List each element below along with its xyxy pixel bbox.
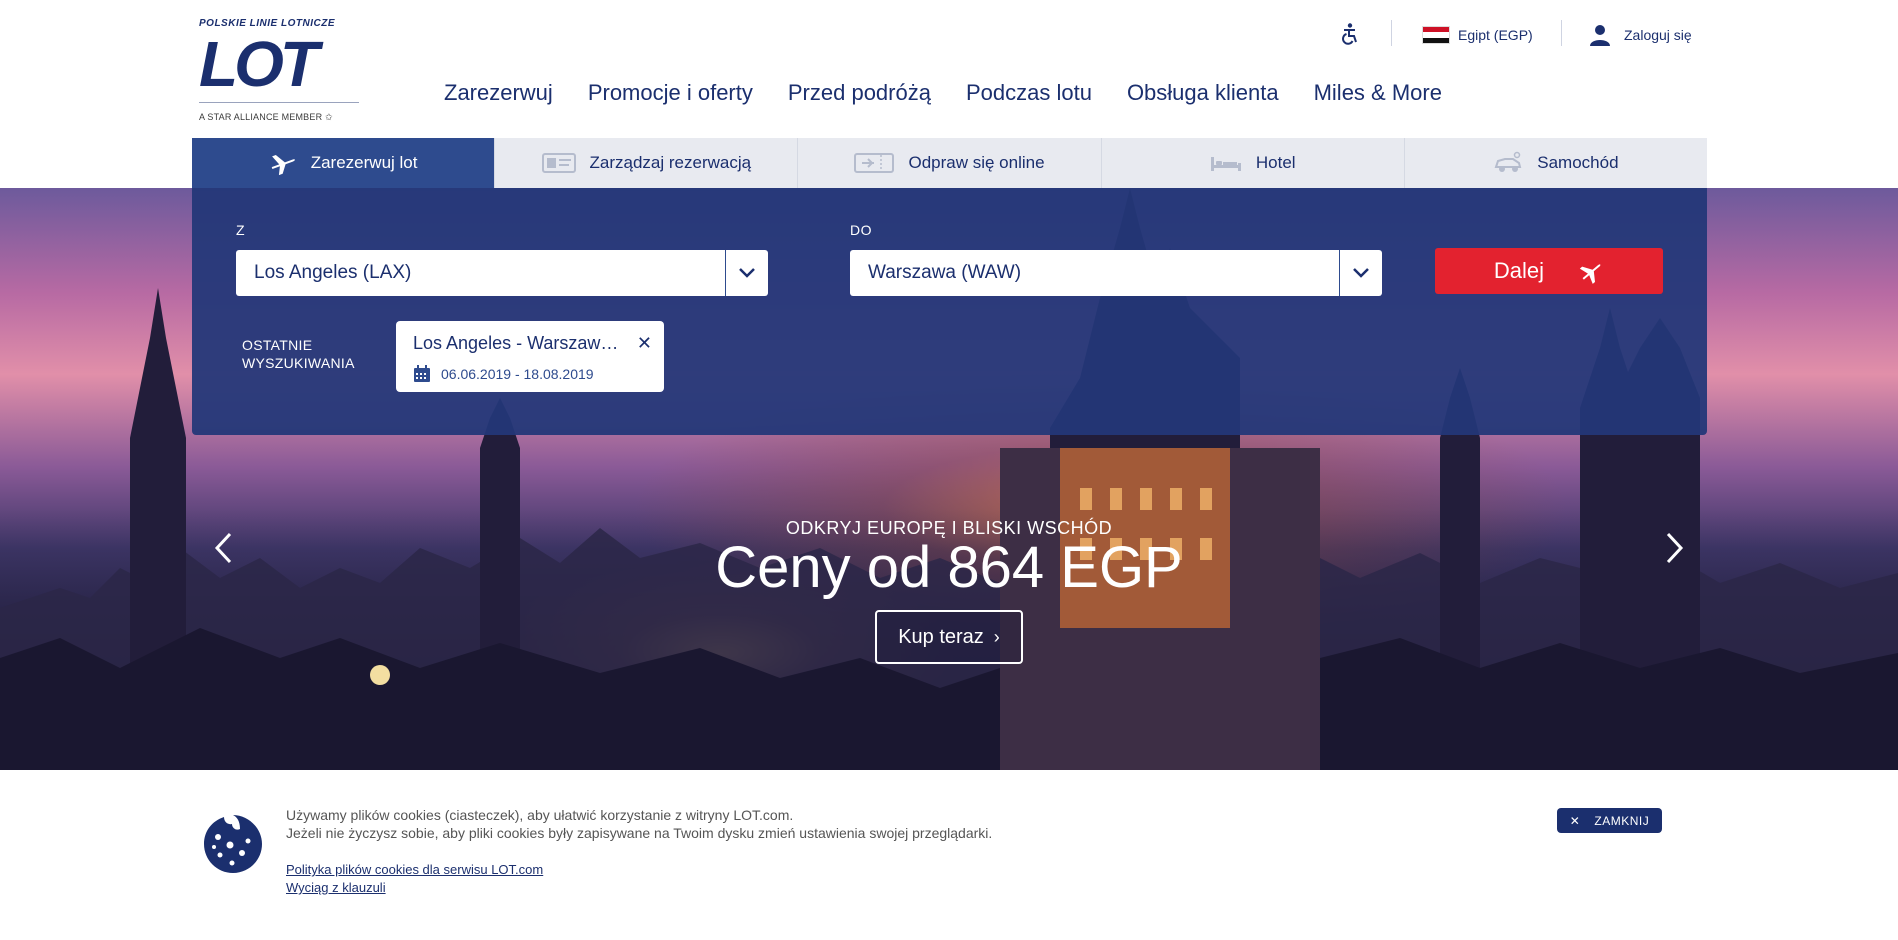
accessibility-icon	[1338, 22, 1362, 49]
bed-icon	[1210, 153, 1242, 173]
page: POLSKIE LINIE LOTNICZE LOT A STAR ALLIAN…	[0, 0, 1898, 940]
cookie-close-button[interactable]: ✕ ZAMKNIJ	[1557, 808, 1662, 833]
main-nav: Zarezerwuj Promocje i oferty Przed podró…	[444, 80, 1442, 106]
recent-search-dates: 06.06.2019 - 18.08.2019	[413, 365, 594, 383]
egypt-flag-icon	[1422, 26, 1450, 44]
recent-searches-label: OSTATNIE WYSZUKIWANIA	[242, 336, 355, 372]
cookie-banner: Używamy plików cookies (ciasteczek), aby…	[0, 770, 1898, 940]
user-icon	[1588, 23, 1612, 47]
tab-label: Samochód	[1537, 153, 1619, 172]
cookie-policy-link[interactable]: Polityka plików cookies dla serwisu LOT.…	[286, 862, 543, 877]
id-card-icon	[541, 152, 576, 174]
calendar-icon	[413, 365, 431, 383]
boarding-pass-icon	[854, 152, 895, 174]
to-field[interactable]: Warszawa (WAW)	[850, 250, 1382, 296]
next-button[interactable]: Dalej	[1435, 248, 1663, 294]
nav-item-customer-service[interactable]: Obsługa klienta	[1127, 80, 1279, 106]
cookie-line1: Używamy plików cookies (ciasteczek), aby…	[286, 807, 794, 823]
tab-book-flight[interactable]: Zarezerwuj lot	[192, 138, 496, 188]
utility-separator	[1391, 20, 1392, 46]
chevron-down-icon[interactable]	[1339, 250, 1382, 296]
nav-item-book[interactable]: Zarezerwuj	[444, 80, 553, 106]
carousel-prev-icon[interactable]	[212, 530, 234, 571]
cookie-message: Używamy plików cookies (ciasteczek), aby…	[286, 806, 992, 842]
logo-mark: LOT	[199, 28, 319, 100]
to-value: Warszawa (WAW)	[868, 262, 1022, 283]
logo-divider	[199, 102, 359, 103]
nav-item-miles-more[interactable]: Miles & More	[1314, 80, 1442, 106]
nav-item-during-flight[interactable]: Podczas lotu	[966, 80, 1092, 106]
buy-now-button[interactable]: Kup teraz ›	[875, 610, 1023, 664]
plane-icon	[269, 151, 297, 175]
close-icon: ✕	[1569, 813, 1581, 828]
clause-excerpt-link[interactable]: Wyciąg z klauzuli	[286, 880, 386, 895]
cookie-close-label: ZAMKNIJ	[1594, 813, 1650, 828]
tab-label: Zarządzaj rezerwacją	[589, 153, 752, 172]
star-alliance-icon: ✩	[324, 112, 333, 122]
buy-now-label: Kup teraz	[898, 625, 984, 648]
utility-separator	[1561, 20, 1562, 46]
carousel-next-icon[interactable]	[1664, 530, 1686, 571]
cookie-line2: Jeżeli nie życzysz sobie, aby pliki cook…	[286, 825, 993, 841]
from-value: Los Angeles (LAX)	[254, 262, 412, 283]
tab-online-checkin[interactable]: Odpraw się online	[798, 138, 1102, 188]
tab-label: Zarezerwuj lot	[310, 153, 418, 172]
recent-label-line2: WYSZUKIWANIA	[242, 355, 355, 371]
tab-label: Odpraw się online	[908, 153, 1045, 172]
flight-search-panel: Z Los Angeles (LAX) DO Warszawa (WAW) Da…	[192, 188, 1707, 435]
plane-icon	[1578, 258, 1604, 284]
tab-manage-booking[interactable]: Zarządzaj rezerwacją	[495, 138, 799, 188]
logo-alliance: A STAR ALLIANCE MEMBER ✩	[199, 112, 333, 123]
accessibility-button[interactable]	[1338, 20, 1362, 50]
recent-search-card[interactable]: Los Angeles - Warszawa (WAW) ✕ 06.06.201…	[396, 321, 664, 392]
cookie-icon	[202, 813, 264, 880]
nav-item-before-travel[interactable]: Przed podróżą	[788, 80, 931, 106]
login-label: Zaloguj się	[1624, 27, 1692, 43]
from-label: Z	[236, 222, 246, 238]
login-button[interactable]: Zaloguj się	[1588, 20, 1692, 50]
country-label: Egipt (EGP)	[1458, 27, 1533, 43]
recent-search-route: Los Angeles - Warszawa (WAW)	[413, 333, 628, 353]
chevron-right-icon: ›	[993, 626, 1000, 647]
logo-alliance-text: A STAR ALLIANCE MEMBER	[199, 112, 323, 122]
tab-car[interactable]: Samochód	[1404, 138, 1708, 188]
chevron-down-icon[interactable]	[725, 250, 768, 296]
lot-logo[interactable]: POLSKIE LINIE LOTNICZE LOT A STAR ALLIAN…	[199, 18, 364, 126]
tab-label: Hotel	[1255, 153, 1296, 172]
car-icon	[1493, 151, 1523, 175]
next-button-label: Dalej	[1493, 258, 1545, 283]
recent-label-line1: OSTATNIE	[242, 337, 313, 353]
country-selector[interactable]: Egipt (EGP)	[1422, 20, 1533, 50]
nav-item-promotions[interactable]: Promocje i oferty	[588, 80, 753, 106]
tab-hotel[interactable]: Hotel	[1101, 138, 1405, 188]
booking-tabs: Zarezerwuj lot Zarządzaj rezerwacją Odpr…	[192, 138, 1708, 188]
recent-dates-text: 06.06.2019 - 18.08.2019	[441, 366, 594, 382]
from-field[interactable]: Los Angeles (LAX)	[236, 250, 768, 296]
to-label: DO	[850, 222, 872, 238]
close-icon[interactable]: ✕	[637, 333, 652, 354]
promo-title: Ceny od 864 EGP	[715, 535, 1183, 600]
